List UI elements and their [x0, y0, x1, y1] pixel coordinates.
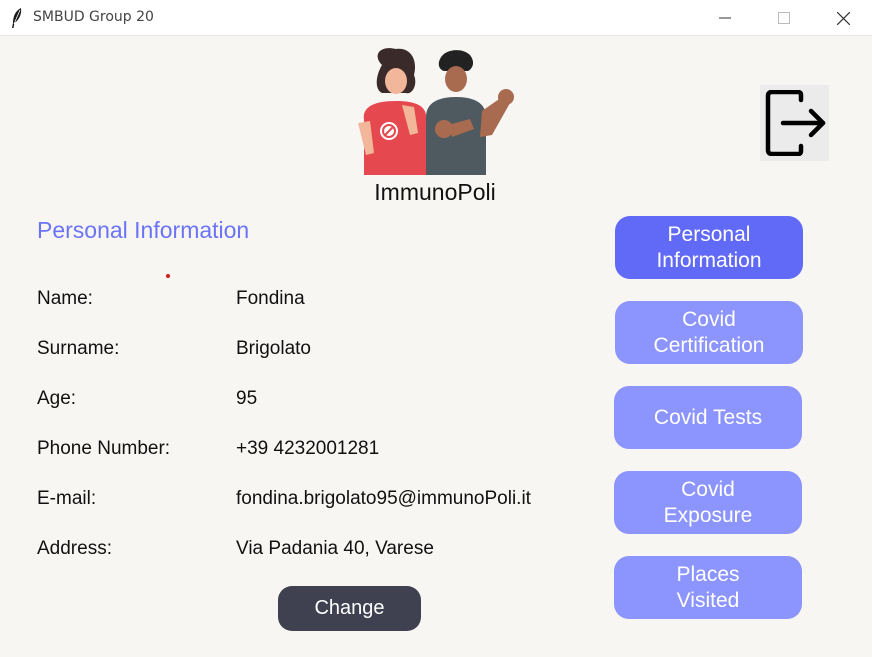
name-value: Fondina: [236, 288, 305, 309]
email-value: fondina.brigolato95@immunoPoli.it: [236, 488, 531, 509]
feather-icon: [12, 8, 22, 28]
change-button[interactable]: Change: [278, 586, 421, 631]
maximize-icon: [778, 12, 790, 24]
window-titlebar: SMBUD Group 20: [0, 0, 872, 36]
nav-covid-exposure-button[interactable]: Covid Exposure: [614, 471, 802, 534]
phone-value: +39 4232001281: [236, 438, 380, 459]
nav-covid-certification-button[interactable]: Covid Certification: [615, 301, 803, 364]
red-dot-marker: [166, 274, 170, 278]
nav-personal-information-button[interactable]: Personal Information: [615, 216, 803, 279]
nav-covid-tests-button[interactable]: Covid Tests: [614, 386, 802, 449]
nav-places-visited-button[interactable]: Places Visited: [614, 556, 802, 619]
people-illustration: [358, 48, 514, 175]
close-button[interactable]: [814, 0, 872, 36]
close-icon: [836, 11, 850, 25]
logout-button[interactable]: [760, 85, 829, 161]
address-value: Via Padania 40, Varese: [236, 538, 434, 559]
minimize-icon: [719, 17, 731, 19]
address-label: Address:: [37, 538, 112, 559]
section-title: Personal Information: [37, 217, 250, 243]
logout-icon: [765, 90, 825, 156]
phone-label: Phone Number:: [37, 438, 171, 459]
name-label: Name:: [37, 288, 93, 309]
window-title: SMBUD Group 20: [33, 9, 154, 25]
maximize-button[interactable]: [755, 0, 813, 36]
minimize-button[interactable]: [696, 0, 754, 36]
email-label: E-mail:: [37, 488, 97, 509]
brand-name: ImmunoPoli: [374, 179, 496, 205]
surname-label: Surname:: [37, 338, 120, 359]
surname-value: Brigolato: [236, 338, 311, 359]
age-label: Age:: [37, 388, 77, 409]
age-value: 95: [236, 388, 258, 409]
